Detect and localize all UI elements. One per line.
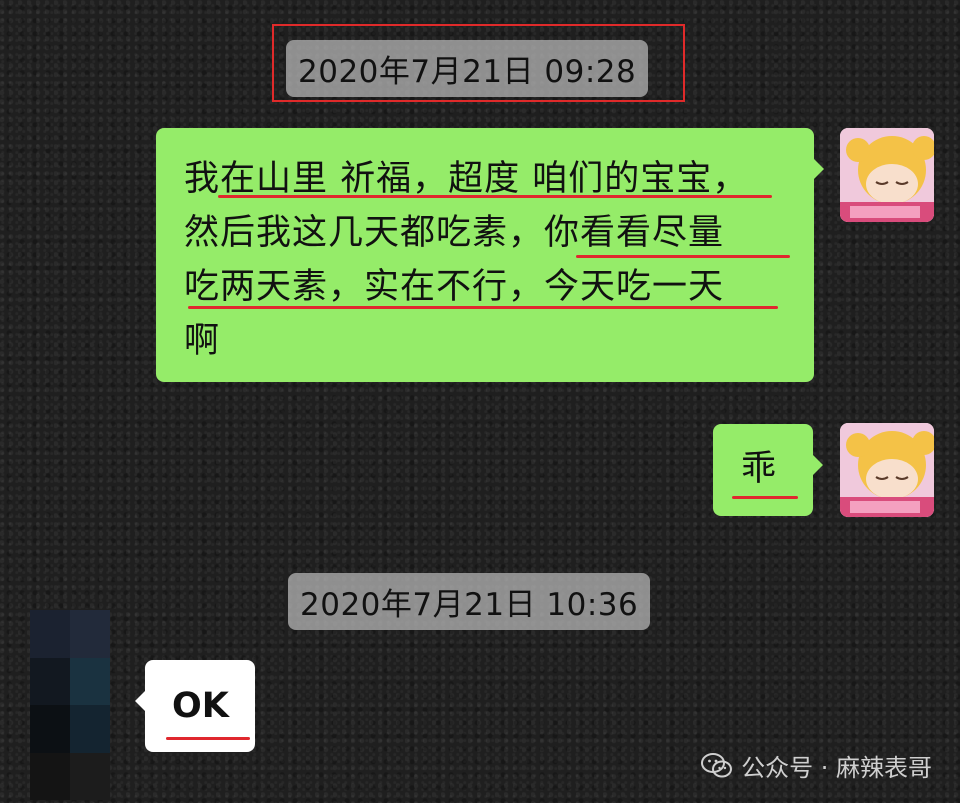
underline-annotation: [732, 496, 798, 499]
underline-annotation: [166, 737, 250, 740]
underline-annotation: [188, 306, 778, 309]
bubble-tail: [135, 690, 146, 712]
other-avatar-pixelated[interactable]: [30, 610, 110, 800]
message-2-text: 乖: [741, 449, 778, 489]
underline-annotation: [218, 195, 772, 198]
cartoon-avatar-icon: [840, 423, 934, 517]
wechat-icon: [701, 752, 733, 777]
message-1-line-4: 啊: [184, 321, 221, 361]
message-bubble-2[interactable]: 乖: [713, 424, 823, 516]
timestamp-1: 2020年7月21日 09:28: [286, 40, 649, 97]
self-avatar[interactable]: [840, 423, 934, 517]
watermark: 公众号 · 麻辣表哥: [701, 748, 932, 783]
bubble-tail: [812, 454, 823, 476]
watermark-text: 公众号 · 麻辣表哥: [741, 754, 932, 782]
message-1-text: 我在山里 祈福，超度 咱们的宝宝， 然后我这几天都吃素，你看看尽量 吃两天素，实…: [184, 152, 748, 368]
self-avatar[interactable]: [840, 128, 934, 222]
message-1-line-2: 然后我这几天都吃素，你看看尽量: [184, 213, 725, 253]
message-3-text: OK: [172, 686, 229, 726]
cartoon-avatar-icon: [840, 128, 934, 222]
bubble-tail: [813, 158, 824, 180]
underline-annotation: [576, 255, 790, 258]
timestamp-2: 2020年7月21日 10:36: [288, 573, 651, 630]
